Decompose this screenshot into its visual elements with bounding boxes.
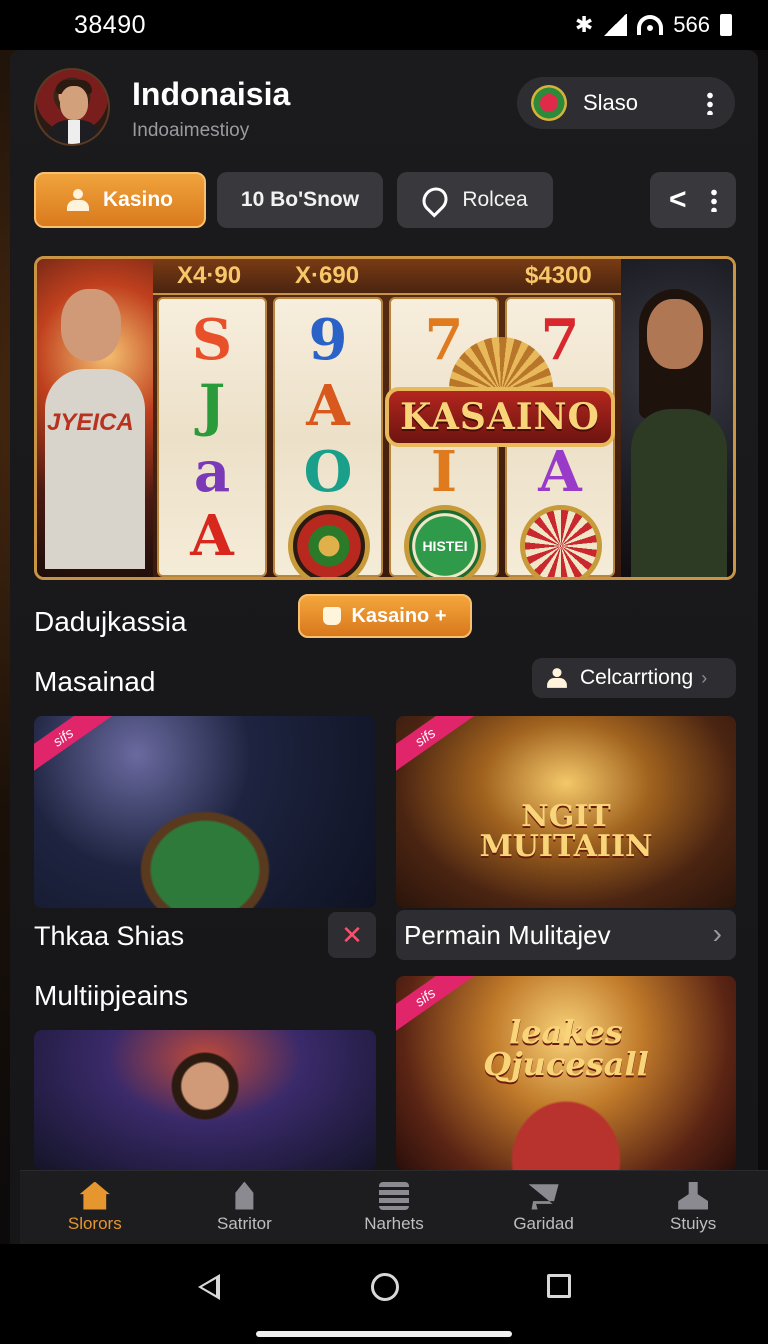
- share-icon: [669, 183, 699, 217]
- see-all-button[interactable]: Celcarrtiong ›: [532, 658, 736, 698]
- nav-label: Garidad: [513, 1213, 574, 1233]
- roulette-icon: [288, 505, 370, 577]
- main-panel: Indonaisia Indoaimestioy Slaso Kasino 10…: [10, 50, 768, 1244]
- kasaino-logo: KASAINO: [385, 387, 615, 447]
- banner-woman-image: [621, 259, 733, 577]
- card-title: Permain Mulitajev: [404, 919, 611, 950]
- tab-label: Kasino: [102, 188, 173, 211]
- banner-man-image: JYEICA: [37, 259, 153, 577]
- tab-label: 10 Bo'Snow: [240, 188, 360, 211]
- document-icon: [378, 1181, 409, 1210]
- home-circle-icon[interactable]: [371, 1273, 399, 1301]
- card-image: [34, 1030, 376, 1170]
- recent-apps-icon[interactable]: [547, 1274, 571, 1298]
- reel: 9 A O: [273, 297, 383, 577]
- back-icon[interactable]: [198, 1274, 220, 1300]
- profile-pill-button[interactable]: Slaso: [517, 77, 735, 129]
- more-options-icon[interactable]: [707, 91, 713, 115]
- bottom-nav: Slorors Satritor Narhets Garidad Stuiys: [20, 1170, 768, 1244]
- nav-label: Slorors: [67, 1213, 122, 1233]
- game-card[interactable]: [34, 1030, 376, 1170]
- bluetooth-icon: ✱: [574, 12, 594, 37]
- user-icon: [678, 1181, 709, 1210]
- casino-chip-icon: HISTEI: [404, 505, 486, 577]
- reel: S J a A: [157, 297, 267, 577]
- cart-icon: [528, 1184, 559, 1210]
- section-title: Masainad: [34, 666, 156, 697]
- page-title: Indonaisia: [132, 76, 291, 112]
- chip-text: HISTEI: [422, 538, 468, 554]
- nav-item-garidad[interactable]: Garidad: [469, 1171, 619, 1244]
- status-icons: ✱ 566: [575, 12, 732, 38]
- nav-label: Stuiys: [670, 1213, 717, 1233]
- card-logo-text: leakes Qjucesall: [483, 1013, 649, 1083]
- page-subtitle: Indoaimestioy: [132, 120, 250, 141]
- nav-item-slorors[interactable]: Slorors: [20, 1171, 170, 1244]
- nav-item-narhets[interactable]: Narhets: [319, 1171, 469, 1244]
- temple-icon: [235, 1181, 254, 1210]
- nav-item-satritor[interactable]: Satritor: [170, 1171, 320, 1244]
- card-footer: Thkaa Shias: [34, 912, 376, 960]
- status-time: 38490: [74, 10, 147, 39]
- status-right-text: 566: [673, 12, 710, 37]
- home-icon: [79, 1181, 110, 1210]
- wifi-icon: [637, 15, 664, 35]
- gesture-bar[interactable]: [256, 1331, 512, 1337]
- tab-kasino[interactable]: Kasino: [34, 172, 206, 228]
- system-navigation-bar: [0, 1244, 768, 1344]
- reel-values-bar: X4·90 X·690 $4300: [153, 259, 621, 295]
- see-all-label: Celcarrtiong: [580, 666, 694, 689]
- status-bar: 38490 ✱ 566: [0, 0, 768, 50]
- reel-value: $4300: [525, 262, 592, 289]
- game-card[interactable]: leakes Qjucesall sifs: [396, 976, 736, 1170]
- heart-icon: [417, 182, 453, 218]
- app-screen: Indonaisia Indoaimestioy Slaso Kasino 10…: [0, 50, 768, 1244]
- chevron-right-icon: ›: [712, 918, 722, 949]
- nav-item-stuiys[interactable]: Stuiys: [618, 1171, 768, 1244]
- reel-value: X4·90: [177, 262, 242, 289]
- game-card[interactable]: NGIT MUITAIIN sifs: [396, 716, 736, 908]
- section-title: Dadujkassia: [34, 606, 187, 637]
- card-logo-text: NGIT MUITAIIN: [479, 799, 653, 864]
- roulette-icon: [520, 505, 602, 577]
- signal-icon: [603, 14, 628, 36]
- kasaino-button[interactable]: Kasaino +: [298, 594, 472, 638]
- share-menu-button[interactable]: [650, 172, 736, 228]
- header: Indonaisia Indoaimestioy Slaso: [34, 68, 735, 152]
- kasaino-button-label: Kasaino +: [351, 604, 447, 627]
- roulette-icon: [531, 85, 567, 121]
- nav-label: Narhets: [364, 1213, 424, 1233]
- close-icon[interactable]: ✕: [328, 912, 376, 958]
- slot-reels: X4·90 X·690 $4300 S J a A 9 A O 7 I HIST…: [153, 259, 621, 577]
- avatar[interactable]: [34, 68, 110, 146]
- card-title: Thkaa Shias: [34, 920, 185, 951]
- tab-rolcea[interactable]: Rolcea: [397, 172, 553, 228]
- game-card[interactable]: sifs: [34, 716, 376, 908]
- person-icon: [66, 189, 89, 211]
- card-image: [34, 716, 376, 908]
- shirt-print-text: JYEICA: [47, 409, 134, 436]
- category-tabs: Kasino 10 Bo'Snow Rolcea: [34, 172, 736, 228]
- section-title: Multiipjeains: [34, 980, 189, 1011]
- reel-value: X·690: [295, 262, 360, 289]
- thumb-icon: [323, 607, 342, 625]
- profile-pill-label: Slaso: [583, 90, 639, 115]
- person-add-icon: [547, 668, 567, 688]
- nav-label: Satritor: [216, 1213, 272, 1233]
- more-options-icon: [711, 188, 717, 212]
- promo-banner[interactable]: JYEICA X4·90 X·690 $4300 S J a A 9 A O 7…: [34, 256, 736, 580]
- chevron-right-icon: ›: [701, 667, 708, 688]
- card-footer[interactable]: Permain Mulitajev ›: [396, 910, 736, 960]
- tab-label: Rolcea: [462, 188, 528, 211]
- battery-icon: [720, 14, 732, 36]
- tab-bo-snow[interactable]: 10 Bo'Snow: [217, 172, 383, 228]
